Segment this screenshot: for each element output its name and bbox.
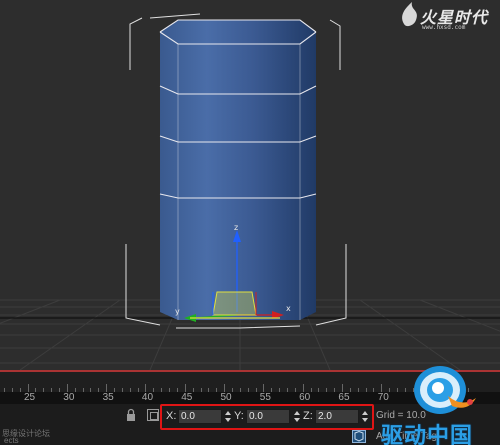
timeline-tick: [98, 388, 100, 392]
timeline-tick-label: 40: [141, 392, 154, 403]
timeline-tick: [176, 388, 178, 392]
timeline-tick: [27, 384, 29, 392]
timeline-tick: [4, 388, 5, 392]
timeline-tick: [208, 388, 210, 392]
timeline-tick: [169, 388, 171, 392]
y-coord-field[interactable]: 0.0: [246, 409, 290, 424]
timeline-tick: [35, 388, 37, 392]
viewport-scene: z x y: [0, 2, 500, 370]
x-axis-label: x: [286, 304, 291, 313]
timeline-tick: [184, 384, 186, 392]
timeline-tick: [200, 388, 202, 392]
x-coord-label: X:: [166, 410, 177, 422]
timeline-tick: [357, 388, 359, 392]
timeline-tick: [271, 388, 273, 392]
timeline-tick: [82, 388, 84, 392]
timeline-tick: [216, 388, 218, 392]
timeline-tick: [19, 388, 21, 392]
x-spinner-icon[interactable]: [224, 409, 232, 424]
timeline-tick-label: 35: [102, 392, 114, 403]
watermark-logo: 火星时代 www.hxsd.com: [398, 2, 498, 38]
timeline-tick: [247, 388, 249, 392]
timeline-tick: [294, 388, 296, 392]
timeline-tick: [137, 388, 139, 392]
timeline-tick: [192, 388, 194, 392]
z-axis-label: z: [234, 223, 238, 232]
z-coord-label: Z:: [303, 410, 313, 422]
timeline-tick: [90, 388, 92, 392]
timeline-tick: [114, 388, 116, 392]
timeline-tick: [389, 388, 391, 392]
timeline-tick: [373, 388, 375, 392]
timeline-tick: [302, 384, 304, 392]
x-coord-field[interactable]: 0.0: [178, 409, 222, 424]
timeline-tick: [161, 388, 163, 392]
timeline-tick: [318, 388, 320, 392]
timeline-tick-label: 65: [338, 392, 350, 403]
timeline-tick-label: 25: [24, 392, 36, 403]
timeline-tick: [66, 384, 68, 392]
timeline-tick: [365, 388, 367, 392]
timeline-tick-label: 60: [299, 392, 311, 403]
timeline-tick: [326, 388, 328, 392]
timeline-tick: [397, 388, 398, 392]
perspective-viewport[interactable]: z x y 火星时代 www.hxsd.com: [0, 0, 500, 370]
timeline-tick: [310, 388, 312, 392]
watermark-url: www.hxsd.com: [422, 24, 466, 31]
timeline-tick: [51, 388, 53, 392]
timeline-tick: [121, 388, 123, 392]
add-time-tag-icon[interactable]: [352, 430, 366, 443]
z-spinner-icon[interactable]: [361, 409, 369, 424]
timeline-tick: [279, 388, 281, 392]
timeline-tick: [239, 388, 241, 392]
timeline-tick: [11, 388, 13, 392]
timeline-tick: [145, 384, 147, 392]
status-prompt-text: ects: [4, 436, 19, 445]
timeline-tick: [341, 384, 343, 392]
timeline-tick: [286, 388, 288, 392]
timeline-tick-label: 55: [259, 392, 271, 403]
timeline-tick: [43, 388, 45, 392]
brand-site-name: 驱动中国: [381, 424, 474, 445]
timeline-tick: [334, 388, 336, 392]
timeline-tick-label: 50: [220, 392, 232, 403]
timeline-tick: [224, 384, 226, 392]
z-coord-field[interactable]: 2.0: [315, 409, 359, 424]
q-brand-logo: [414, 366, 476, 414]
timeline-tick: [381, 384, 383, 392]
y-spinner-icon[interactable]: [293, 409, 301, 424]
timeline-tick: [74, 388, 76, 392]
timeline-tick-label: 45: [181, 392, 193, 403]
absolute-mode-icon[interactable]: [147, 409, 159, 421]
timeline-tick: [106, 384, 108, 392]
timeline-tick: [59, 388, 61, 392]
timeline-tick-label: 30: [63, 392, 75, 403]
timeline-tick: [255, 388, 257, 392]
timeline-tick: [263, 384, 265, 392]
timeline-tick: [129, 388, 131, 392]
y-axis-label: y: [175, 307, 180, 316]
y-coord-label: Y:: [234, 410, 244, 422]
timeline-tick: [153, 388, 155, 392]
timeline-tick-label: 70: [377, 392, 389, 403]
lock-icon[interactable]: [124, 408, 138, 422]
cylinder-body: [160, 20, 316, 320]
timeline-tick: [231, 388, 233, 392]
